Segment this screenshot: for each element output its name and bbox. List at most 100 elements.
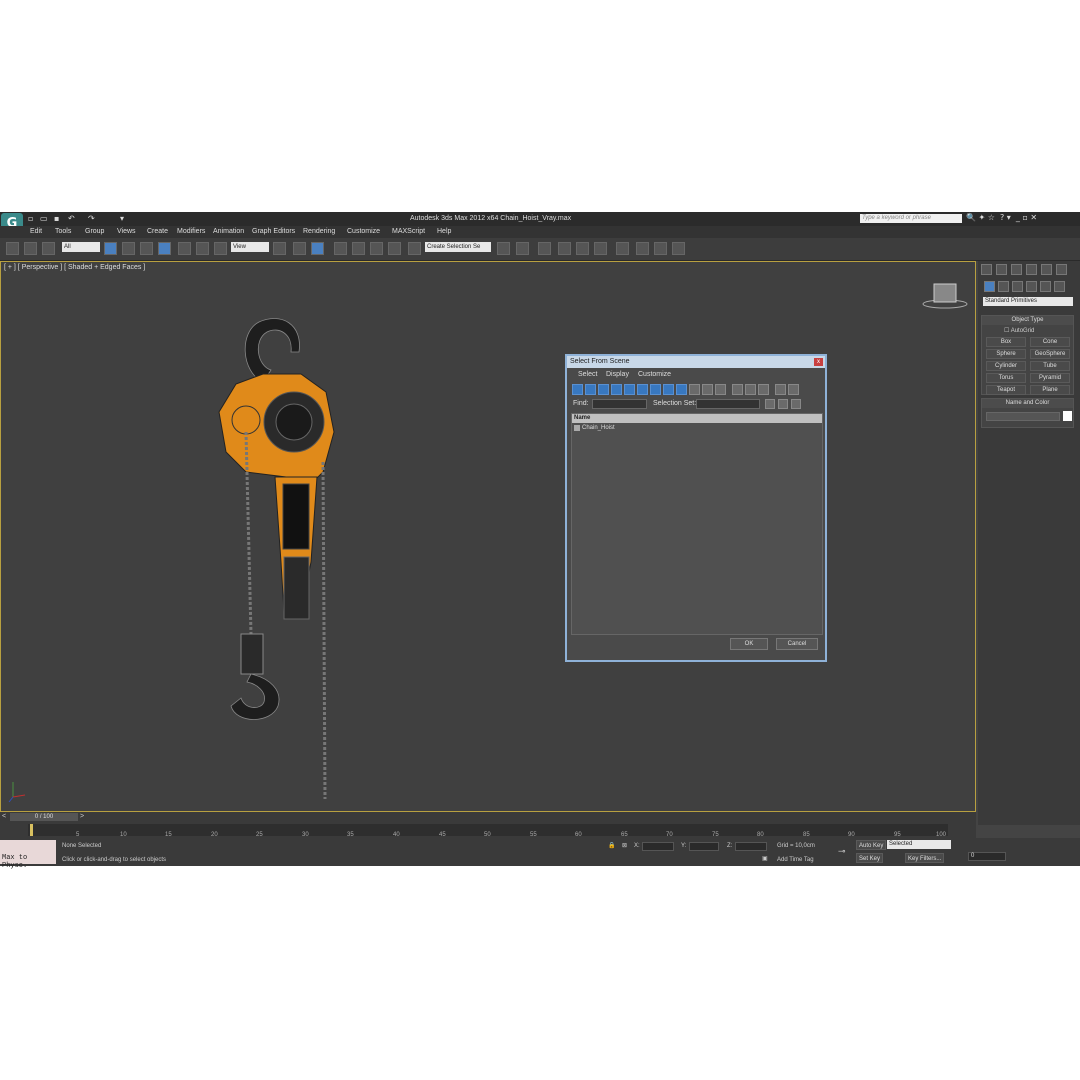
menu-maxscript[interactable]: MAXScript [392, 228, 425, 235]
geometry-icon[interactable] [984, 281, 995, 292]
menu-rendering[interactable]: Rendering [303, 228, 335, 235]
display-tab-icon[interactable] [1041, 264, 1052, 275]
reference-coordinate-dropdown[interactable]: View [231, 242, 269, 252]
primitive-category-dropdown[interactable]: Standard Primitives [983, 297, 1073, 306]
render-setup-icon[interactable] [636, 242, 649, 255]
menu-edit[interactable]: Edit [30, 228, 42, 235]
lock-selection-icon[interactable]: 🔒 [608, 842, 615, 849]
dialog-close-button[interactable]: x [814, 358, 823, 366]
manipulate-icon[interactable] [293, 242, 306, 255]
link-icon[interactable] [6, 242, 19, 255]
menu-animation[interactable]: Animation [213, 228, 244, 235]
new-file-icon[interactable]: ▫ [28, 214, 33, 223]
filter-bones-icon[interactable] [676, 384, 687, 395]
selection-filter-dropdown[interactable]: All [62, 242, 100, 252]
graphite-ribbon-icon[interactable] [558, 242, 571, 255]
select-invert-icon[interactable] [758, 384, 769, 395]
y-coordinate-field[interactable] [689, 842, 719, 851]
rendered-frame-window-icon[interactable] [654, 242, 667, 255]
time-slider[interactable]: 0 / 100 [10, 813, 78, 821]
menu-customize[interactable]: Customize [347, 228, 380, 235]
current-frame-field[interactable]: 0 [968, 852, 1006, 861]
scale-icon[interactable] [214, 242, 227, 255]
filter-lights-icon[interactable] [598, 384, 609, 395]
menu-help[interactable]: Help [437, 228, 451, 235]
object-name-field[interactable] [986, 412, 1060, 421]
name-and-color-title[interactable]: Name and Color [982, 399, 1073, 408]
unlink-icon[interactable] [24, 242, 37, 255]
modify-tab-icon[interactable] [996, 264, 1007, 275]
bind-spacewarp-icon[interactable] [42, 242, 55, 255]
cancel-button[interactable]: Cancel [776, 638, 818, 650]
auto-key-button[interactable]: Auto Key [856, 840, 887, 850]
perspective-viewport[interactable]: [ + ] [ Perspective ] [ Shaded + Edged F… [0, 261, 976, 812]
cylinder-button[interactable]: Cylinder [986, 361, 1026, 371]
angle-snap-icon[interactable] [352, 242, 365, 255]
curve-editor-icon[interactable] [576, 242, 589, 255]
filter-spacewarps-icon[interactable] [637, 384, 648, 395]
x-coordinate-field[interactable] [642, 842, 674, 851]
create-tab-icon[interactable] [981, 264, 992, 275]
utilities-tab-icon[interactable] [1056, 264, 1067, 275]
select-by-name-icon[interactable] [122, 242, 135, 255]
filter-hidden-icon[interactable] [715, 384, 726, 395]
time-slider-next-icon[interactable]: > [80, 813, 84, 820]
dialog-menu-display[interactable]: Display [606, 371, 629, 378]
filter-toggle-icon[interactable] [775, 384, 786, 395]
key-icon[interactable]: ⊸ [838, 846, 846, 857]
geosphere-button[interactable]: GeoSphere [1030, 349, 1070, 359]
keyboard-shortcut-override-icon[interactable] [311, 242, 324, 255]
absolute-mode-icon[interactable]: ⊠ [622, 842, 627, 849]
align-icon[interactable] [516, 242, 529, 255]
redo-icon[interactable]: ↷ [88, 214, 95, 223]
name-column-header[interactable]: Name [572, 414, 822, 423]
named-selection-dropdown[interactable]: Create Selection Se [425, 242, 491, 252]
save-file-icon[interactable]: ▪ [54, 214, 59, 223]
mirror-icon[interactable] [497, 242, 510, 255]
menu-views[interactable]: Views [117, 228, 136, 235]
select-object-icon[interactable] [104, 242, 117, 255]
key-filters-button[interactable]: Key Filters... [905, 853, 945, 863]
shapes-icon[interactable] [998, 281, 1009, 292]
open-file-icon[interactable]: ▭ [40, 214, 48, 223]
motion-tab-icon[interactable] [1026, 264, 1037, 275]
time-tag-icon[interactable]: ▣ [762, 855, 768, 862]
layer-manager-icon[interactable] [538, 242, 551, 255]
rotate-icon[interactable] [196, 242, 209, 255]
time-slider-prev-icon[interactable]: < [2, 813, 6, 820]
cone-button[interactable]: Cone [1030, 337, 1070, 347]
torus-button[interactable]: Torus [986, 373, 1026, 383]
filter-shapes-icon[interactable] [585, 384, 596, 395]
schematic-view-icon[interactable] [594, 242, 607, 255]
menu-modifiers[interactable]: Modifiers [177, 228, 205, 235]
window-crossing-icon[interactable] [158, 242, 171, 255]
helpers-icon[interactable] [1040, 281, 1051, 292]
menu-create[interactable]: Create [147, 228, 168, 235]
dialog-menu-select[interactable]: Select [578, 371, 597, 378]
rectangular-selection-icon[interactable] [140, 242, 153, 255]
spacewarps-icon[interactable] [1054, 281, 1065, 292]
teapot-button[interactable]: Teapot [986, 385, 1026, 395]
move-icon[interactable] [178, 242, 191, 255]
selection-set-remove-icon[interactable] [791, 399, 801, 409]
cameras-icon[interactable] [1026, 281, 1037, 292]
selection-set-edit-icon[interactable] [778, 399, 788, 409]
plane-button[interactable]: Plane [1030, 385, 1070, 395]
dialog-menu-customize[interactable]: Customize [638, 371, 671, 378]
filter-helpers-icon[interactable] [624, 384, 635, 395]
material-editor-icon[interactable] [616, 242, 629, 255]
sphere-button[interactable]: Sphere [986, 349, 1026, 359]
selection-set-add-icon[interactable] [765, 399, 775, 409]
undo-icon[interactable]: ↶ [68, 214, 75, 223]
quick-access-dropdown-icon[interactable]: ▾ [120, 214, 124, 223]
filter-cameras-icon[interactable] [611, 384, 622, 395]
select-all-icon[interactable] [732, 384, 743, 395]
filter-xrefs-icon[interactable] [663, 384, 674, 395]
add-time-tag[interactable]: Add Time Tag [777, 857, 814, 863]
chain-hoist-model[interactable] [1, 262, 977, 813]
pivot-center-icon[interactable] [273, 242, 286, 255]
ok-button[interactable]: OK [730, 638, 768, 650]
scene-object-list[interactable]: Name Chain_Hoist [571, 413, 823, 635]
percent-snap-icon[interactable] [370, 242, 383, 255]
filter-settings-icon[interactable] [788, 384, 799, 395]
